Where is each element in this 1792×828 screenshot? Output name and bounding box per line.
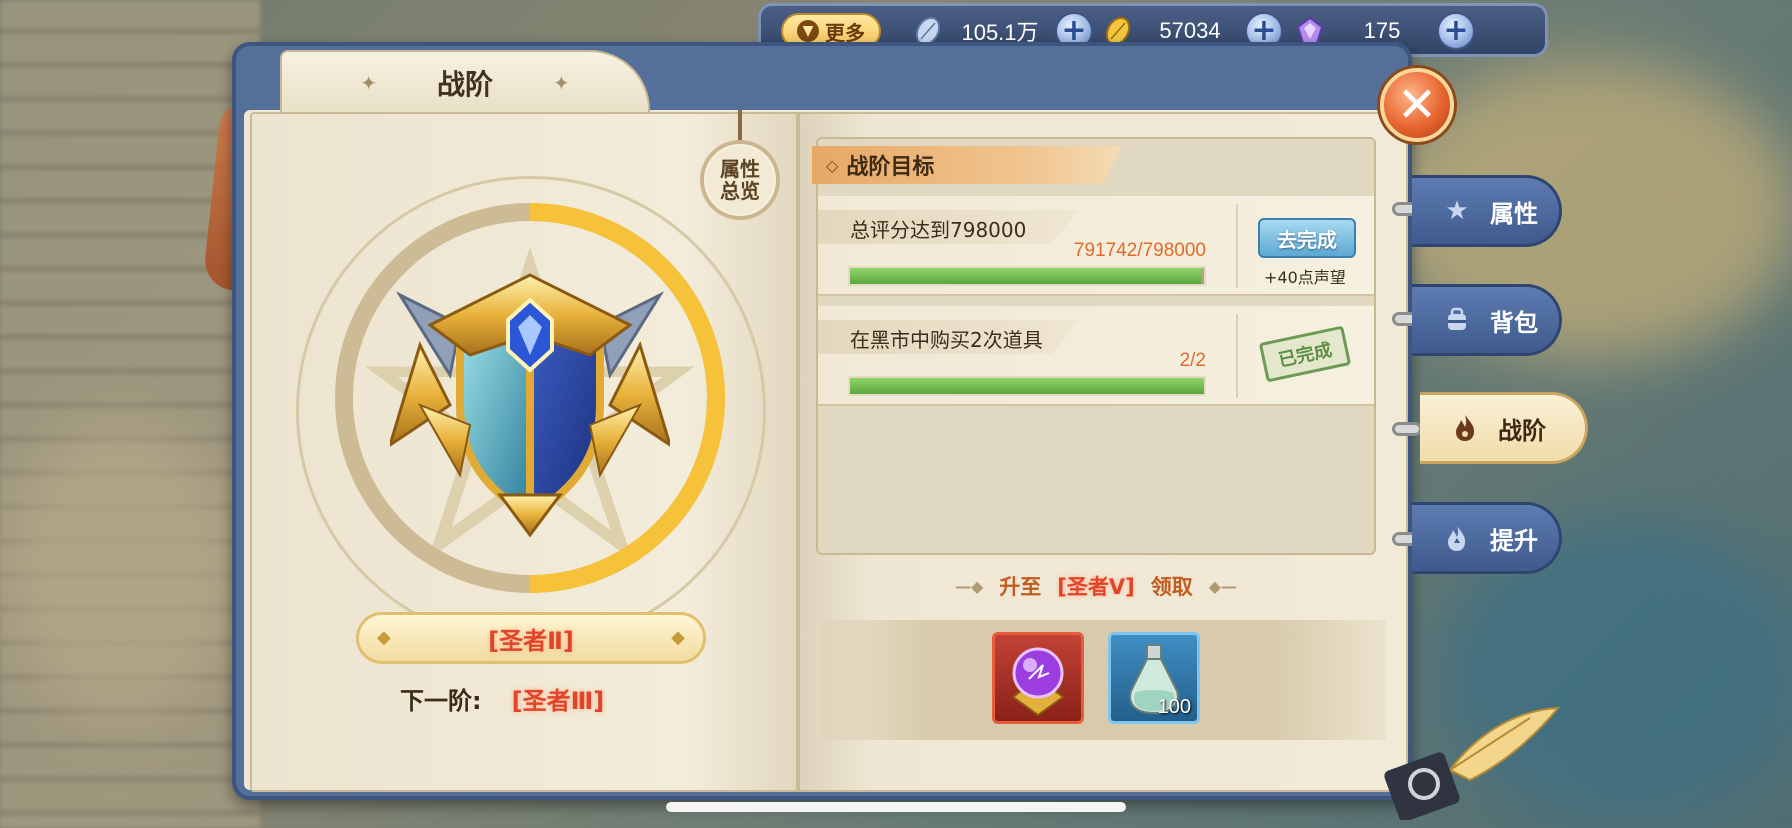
attr-overview-line1: 属性 xyxy=(720,157,760,181)
gold-value: 57034 xyxy=(1159,18,1221,43)
goal-progress-fill xyxy=(850,268,1202,284)
goal-progress-text: 2/2 xyxy=(1179,350,1206,371)
tab-label: 战阶 xyxy=(1498,416,1546,445)
binder-ring xyxy=(1392,422,1422,436)
goal-title: 总评分达到798000 xyxy=(850,218,1027,242)
next-rank-value: [圣者Ⅲ] xyxy=(511,686,605,715)
quill-pen-icon xyxy=(1384,706,1560,820)
goal-divider xyxy=(1236,314,1238,398)
home-indicator xyxy=(666,802,1126,812)
go-complete-button[interactable]: 去完成 xyxy=(1258,218,1356,258)
goal-progress-fill xyxy=(850,378,1204,394)
upgrade-rank: [圣者Ⅴ] xyxy=(1057,575,1135,599)
diamond-bullet-icon: ◇ xyxy=(826,155,839,175)
goal-progress-text: 791742/798000 xyxy=(1073,240,1206,261)
goal-progress-bar xyxy=(848,376,1206,396)
rank-emblem-icon xyxy=(390,273,670,538)
star-icon: ★ xyxy=(1445,196,1469,226)
tab-backpack[interactable]: 背包 xyxy=(1412,284,1562,356)
reward-item[interactable]: 100 xyxy=(1108,632,1200,724)
page-title: 战阶 xyxy=(436,68,493,101)
flame-icon xyxy=(1450,413,1480,443)
upgrade-reward-row: —◆ 升至 [圣者Ⅴ] 领取 ◆— xyxy=(906,570,1286,602)
next-rank-label: 下一阶: xyxy=(400,686,482,715)
goals-header-label: 战阶目标 xyxy=(846,155,935,180)
attribute-overview-button[interactable]: 属性 总览 xyxy=(700,140,780,220)
tab-upgrade[interactable]: 提升 xyxy=(1412,502,1562,574)
background-blob xyxy=(0,420,240,720)
completed-stamp: 已完成 xyxy=(1258,325,1352,383)
ornament-icon: ◆— xyxy=(1208,576,1238,596)
goal-reward-text: +40点声望 xyxy=(1264,268,1346,287)
ornament-icon: ✦ xyxy=(553,71,570,95)
add-gem-button[interactable]: + xyxy=(1437,12,1475,50)
current-rank: [圣者Ⅱ] xyxy=(488,626,574,655)
gem-value: 175 xyxy=(1363,18,1401,43)
attr-overview-line2: 总览 xyxy=(720,179,760,203)
ornament-icon: ✦ xyxy=(360,71,377,95)
close-icon: ✕ xyxy=(1396,77,1438,133)
tab-label: 提升 xyxy=(1490,526,1538,555)
goals-header: ◇ 战阶目标 xyxy=(812,146,1122,184)
reward-item[interactable] xyxy=(992,632,1084,724)
tab-label: 属性 xyxy=(1490,199,1538,228)
close-button[interactable]: ✕ xyxy=(1380,68,1454,142)
goal-divider xyxy=(1236,204,1238,288)
upgrade-flame-icon xyxy=(1442,523,1472,553)
upgrade-prefix: 升至 xyxy=(999,575,1042,599)
next-rank-row: 下一阶: [圣者Ⅲ] xyxy=(400,678,700,718)
tab-battle-rank[interactable]: 战阶 xyxy=(1420,392,1588,464)
current-rank-banner: [圣者Ⅱ] xyxy=(356,612,706,664)
tab-attributes[interactable]: ★ 属性 xyxy=(1412,175,1562,247)
attr-button-stem xyxy=(738,110,742,142)
title-tab: ✦ 战阶 ✦ xyxy=(280,50,650,114)
reward-area xyxy=(820,620,1386,740)
backpack-icon xyxy=(1442,305,1472,335)
tab-label: 背包 xyxy=(1490,308,1538,337)
chevron-down-icon: ▼ xyxy=(797,20,819,42)
goal-progress-bar xyxy=(848,266,1206,286)
goal-title: 在黑市中购买2次道具 xyxy=(850,328,1043,352)
item-quantity: 100 xyxy=(1157,696,1191,718)
upgrade-suffix: 领取 xyxy=(1150,575,1193,599)
ornament-icon: —◆ xyxy=(954,576,984,596)
goal-row: 在黑市中购买2次道具 2/2 已完成 xyxy=(818,306,1374,406)
purple-orb-icon xyxy=(1011,647,1065,717)
goal-row: 总评分达到798000 791742/798000 去完成 +40点声望 xyxy=(818,196,1374,296)
